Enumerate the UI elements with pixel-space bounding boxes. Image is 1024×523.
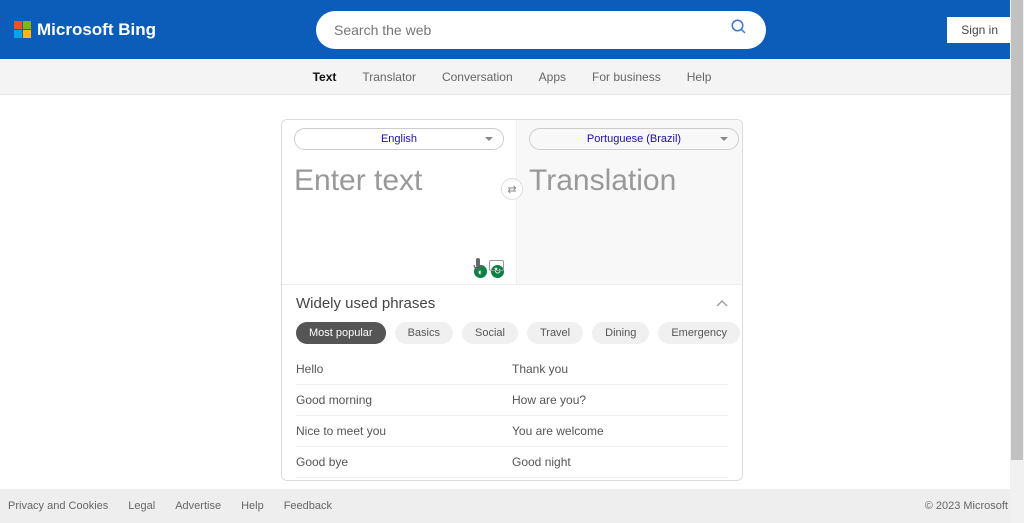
microsoft-icon [14,21,31,38]
target-lang-label: Portuguese (Brazil) [587,133,681,145]
footer-legal[interactable]: Legal [128,500,155,512]
footer: Privacy and Cookies Legal Advertise Help… [0,489,1024,523]
phrases-title: Widely used phrases [296,295,435,312]
scrollbar-thumb[interactable] [1011,0,1023,460]
tab-text[interactable]: Text [313,70,337,84]
chip-basics[interactable]: Basics [395,322,453,344]
header: Microsoft Bing Sign in [0,0,1024,59]
tab-conversation[interactable]: Conversation [442,70,513,84]
phrases-section: Widely used phrases Most popular Basics … [282,284,742,480]
chip-dining[interactable]: Dining [592,322,649,344]
signin-button[interactable]: Sign in [947,17,1012,43]
phrase-item[interactable]: Good bye [296,447,512,478]
phrase-list: Hello Thank you Good morning How are you… [282,354,742,480]
source-lang-selector[interactable]: English [294,128,504,150]
phrase-item[interactable]: Hello [296,354,512,385]
chip-most-popular[interactable]: Most popular [296,322,386,344]
search-icon[interactable] [730,18,748,41]
footer-feedback[interactable]: Feedback [284,500,332,512]
chip-travel[interactable]: Travel [527,322,583,344]
category-chips: Most popular Basics Social Travel Dining… [282,322,742,354]
microphone-icon[interactable] [472,258,484,278]
footer-advertise[interactable]: Advertise [175,500,221,512]
phrase-item[interactable]: How are you? [512,385,728,416]
tab-apps[interactable]: Apps [539,70,566,84]
chevron-down-icon [720,137,728,145]
phrase-item[interactable]: Good night [512,447,728,478]
search-input[interactable] [334,22,730,38]
nav-tabs: Text Translator Conversation Apps For bu… [0,59,1024,95]
scrollbar-track[interactable] [1010,0,1024,523]
phrase-item[interactable]: You are welcome [512,416,728,447]
swap-languages-button[interactable]: ⇄ [501,178,523,200]
brand-text: Microsoft Bing [37,20,156,40]
tab-help[interactable]: Help [687,70,712,84]
copyright: © 2023 Microsoft [925,500,1008,512]
chevron-down-icon [485,137,493,145]
phrase-item[interactable]: Thank you [512,354,728,385]
tab-translator[interactable]: Translator [362,70,416,84]
source-lang-label: English [381,133,417,145]
tab-business[interactable]: For business [592,70,661,84]
phrase-item[interactable]: Good morning [296,385,512,416]
phrase-item[interactable]: Nice to meet you [296,416,512,447]
search-box[interactable] [316,11,766,49]
target-pane: Portuguese (Brazil) Translation [516,120,743,284]
logo[interactable]: Microsoft Bing [14,20,156,40]
keyboard-icon[interactable] [489,260,504,271]
chip-social[interactable]: Social [462,322,518,344]
target-lang-selector[interactable]: Portuguese (Brazil) [529,128,739,150]
translator-card: English Enter text ◐ ↻ ⇄ Portuguese (Bra… [281,119,743,481]
footer-help[interactable]: Help [241,500,264,512]
footer-privacy[interactable]: Privacy and Cookies [8,500,108,512]
target-output: Translation [529,164,739,198]
source-pane: English Enter text ◐ ↻ [282,120,516,284]
chip-emergency[interactable]: Emergency [658,322,740,344]
source-textarea[interactable]: Enter text [294,164,504,198]
collapse-icon[interactable] [716,297,728,311]
